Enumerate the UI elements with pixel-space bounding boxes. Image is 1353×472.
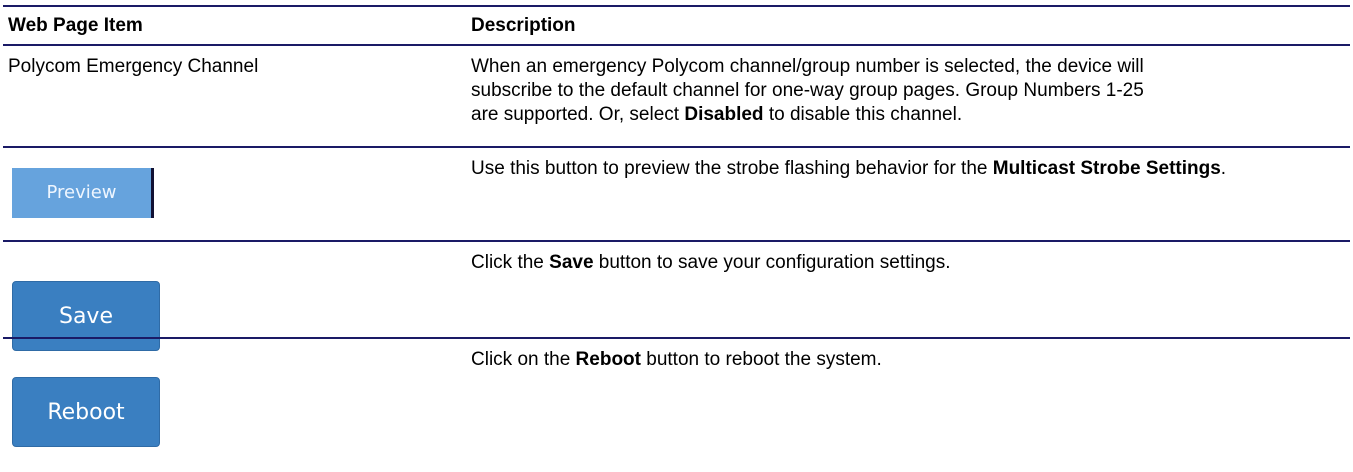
description-preview: Use this button to preview the strobe fl… xyxy=(471,157,1331,181)
table-row: Save Click the Save button to save your … xyxy=(3,240,1350,351)
preview-button[interactable]: Preview xyxy=(12,168,154,218)
description-bold-reboot: Reboot xyxy=(575,349,641,370)
table-row: Polycom Emergency Channel When an emerge… xyxy=(3,44,1350,146)
description-text: subscribe to the default channel for one… xyxy=(471,80,1144,101)
reboot-button[interactable]: Reboot xyxy=(12,377,160,447)
table-row: Preview Use this button to preview the s… xyxy=(3,146,1350,240)
description-bold-disabled: Disabled xyxy=(684,104,764,125)
description-text: Click the xyxy=(471,252,550,273)
description-text: Use this button to preview the strobe fl… xyxy=(471,158,993,179)
description-text: When an emergency Polycom channel/group … xyxy=(471,56,1144,77)
table-row: Reboot Click on the Reboot button to reb… xyxy=(3,337,1350,447)
description-reboot: Click on the Reboot button to reboot the… xyxy=(471,348,1331,372)
description-bold-save: Save xyxy=(549,252,594,273)
description-save: Click the Save button to save your confi… xyxy=(471,251,1331,275)
web-page-items-table: Web Page Item Description Polycom Emerge… xyxy=(3,5,1350,447)
header-web-page-item: Web Page Item xyxy=(8,15,143,36)
description-text: Click on the xyxy=(471,349,576,370)
description-bold-multicast-strobe-settings: Multicast Strobe Settings xyxy=(992,158,1221,179)
description-text: button to save your configuration settin… xyxy=(593,252,951,273)
description-text: are supported. Or, select xyxy=(471,104,685,125)
description-text: button to reboot the system. xyxy=(640,349,882,370)
item-polycom-emergency-channel: Polycom Emergency Channel xyxy=(8,56,259,77)
header-description: Description xyxy=(471,15,576,36)
description-polycom-emergency-channel: When an emergency Polycom channel/group … xyxy=(471,55,1331,127)
description-text: to disable this channel. xyxy=(763,104,963,125)
table-header-row: Web Page Item Description xyxy=(3,5,1350,44)
description-text: . xyxy=(1220,158,1227,179)
